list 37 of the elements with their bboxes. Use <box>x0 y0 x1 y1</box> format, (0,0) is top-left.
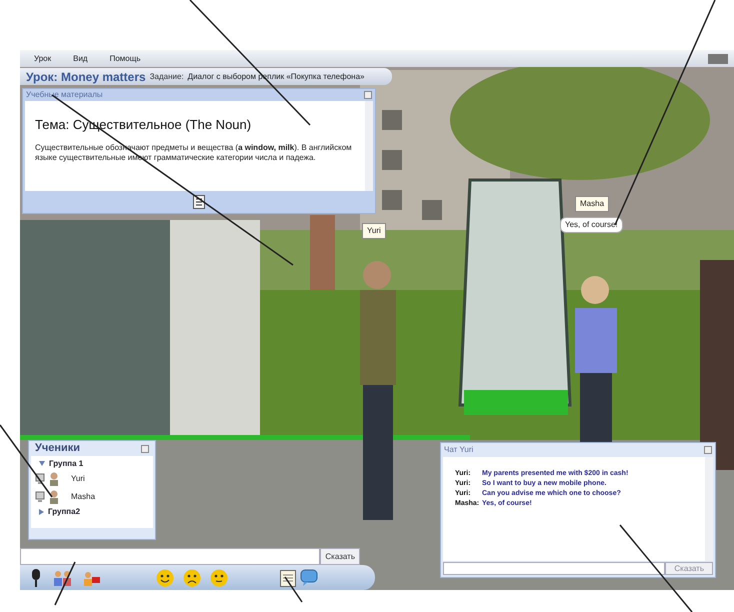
group-name[interactable]: Группа 1 <box>49 458 84 470</box>
task-label: Задание: <box>150 70 184 82</box>
group-name[interactable]: Группа2 <box>48 506 80 518</box>
computer-icon <box>35 490 45 502</box>
close-icon[interactable] <box>704 446 712 454</box>
scrollbar[interactable] <box>705 457 713 561</box>
menu-item[interactable]: Вид <box>73 52 88 64</box>
microphone-icon[interactable] <box>30 568 42 586</box>
smiley-icon[interactable] <box>156 568 174 586</box>
student-name[interactable]: Masha <box>71 490 96 502</box>
name-tag: Masha <box>575 196 610 212</box>
neutral-face-icon[interactable] <box>210 568 228 586</box>
avatar-icon <box>49 472 59 486</box>
student-name[interactable]: Yuri <box>71 472 85 484</box>
sad-face-icon[interactable] <box>183 568 201 586</box>
menu-item[interactable]: Помощь <box>110 52 141 64</box>
lesson-title: Урок: Money matters <box>26 68 146 86</box>
leader-line <box>54 562 76 606</box>
close-icon[interactable] <box>141 444 149 452</box>
scrollbar[interactable] <box>365 101 373 191</box>
expand-arrow-icon[interactable] <box>39 508 44 514</box>
avatar-icon <box>49 490 59 504</box>
menu-item[interactable]: Урок <box>34 52 52 64</box>
people-icon[interactable] <box>52 568 74 586</box>
chat-bubble-icon[interactable] <box>300 568 318 586</box>
speech-bubble: Yes, of course! <box>560 217 623 233</box>
notepad-icon[interactable] <box>280 568 296 586</box>
panel-title: Ученики <box>35 441 80 456</box>
say-button[interactable]: Сказать <box>320 548 360 565</box>
close-icon[interactable] <box>364 91 372 99</box>
chat-input-field[interactable] <box>443 562 666 575</box>
chat-title: Чат Yuri <box>444 444 474 456</box>
person-card-icon[interactable] <box>82 570 100 586</box>
leader-line <box>284 576 303 602</box>
expand-arrow-icon[interactable] <box>39 461 45 466</box>
name-tag: Yuri <box>362 223 386 239</box>
panel-title: Учебные материалы <box>26 89 103 101</box>
